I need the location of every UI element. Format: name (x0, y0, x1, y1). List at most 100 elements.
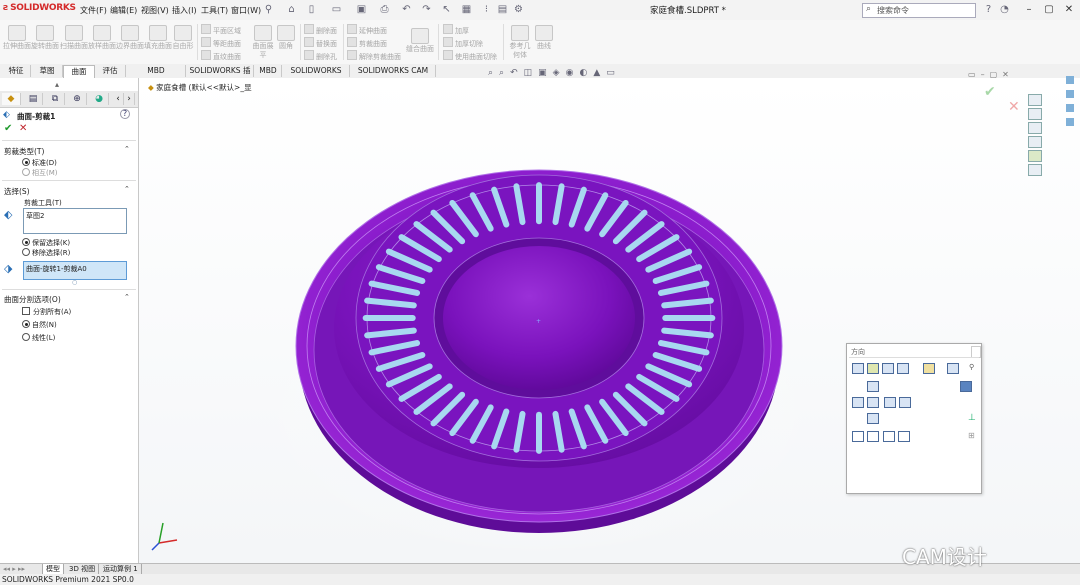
selection-header[interactable]: 选择(S) (4, 186, 30, 197)
collapse-caret-icon[interactable]: ⌃ (124, 185, 130, 193)
delete-hole-button[interactable]: 删除孔 (304, 50, 337, 62)
tab-cam-tbm[interactable]: SOLIDWORKS CAM TBM (351, 65, 436, 87)
search-input[interactable]: ⌕ 搜索命令 (862, 3, 976, 18)
isometric-view-icon[interactable] (960, 381, 972, 392)
settings-gear-icon[interactable] (1066, 118, 1074, 126)
extruded-surface-button[interactable]: 拉伸曲面 (3, 25, 31, 51)
view-selector-icon[interactable] (852, 363, 864, 374)
four-view-icon[interactable] (898, 431, 910, 442)
trim-type-header[interactable]: 剪裁类型(T) (4, 146, 44, 157)
open-icon[interactable]: ▭ (330, 3, 343, 16)
panel-handle-icon[interactable]: ▴ (55, 80, 59, 89)
tab-cam[interactable]: SOLIDWORKS CAM (283, 65, 350, 87)
two-view-horizontal-icon[interactable] (867, 431, 879, 442)
normal-to-icon[interactable] (923, 363, 935, 374)
configuration-manager-tab-icon[interactable]: ⧉ (46, 93, 65, 105)
help-icon[interactable]: ? (982, 3, 995, 16)
boundary-surface-button[interactable]: 边界曲面 (116, 25, 144, 51)
delete-face-button[interactable]: 删除面 (304, 24, 337, 36)
hide-show-icon[interactable]: ◉ (566, 68, 580, 78)
undo-icon[interactable]: ↶ (400, 3, 413, 16)
single-view-icon[interactable] (852, 431, 864, 442)
thicken-cut-button[interactable]: 加厚切除 (443, 37, 483, 49)
lofted-surface-button[interactable]: 放样曲面 (88, 25, 116, 51)
traffic-light-icon[interactable]: ⁝ (480, 3, 493, 16)
resize-handle-icon[interactable]: ○ (72, 279, 77, 286)
pin-icon[interactable]: ⚲ (969, 363, 979, 372)
file-properties-icon[interactable]: ▤ (496, 3, 509, 16)
view-cube-icon[interactable] (1066, 76, 1074, 84)
back-view-icon[interactable] (899, 397, 911, 408)
reference-geometry-button[interactable]: 参考几何体 (507, 25, 533, 60)
tab-nav-arrows-icon[interactable]: ◂◂ ▸ ▸▸ (0, 564, 43, 574)
maximize-button[interactable]: ▢ (1040, 2, 1058, 17)
resources-task-icon[interactable] (1028, 108, 1042, 120)
chart-icon[interactable] (1066, 104, 1074, 112)
cancel-x-icon[interactable]: ✕ (19, 123, 27, 134)
trim-type-standard-radio[interactable]: 标准(D) (22, 158, 57, 168)
new-view-icon[interactable] (867, 363, 879, 374)
tab-mbd-dimensions[interactable]: MBD Dimensions (127, 65, 186, 87)
reset-views-icon[interactable] (897, 363, 909, 374)
swept-surface-button[interactable]: 扫描曲面 (60, 25, 88, 51)
menu-view[interactable]: 视图(V) (141, 5, 169, 16)
offset-surface-button[interactable]: 等距曲面 (201, 37, 241, 49)
minimize-button[interactable]: – (1020, 2, 1038, 17)
knit-surface-button[interactable]: 缝合曲面 (405, 28, 435, 54)
redo-icon[interactable]: ↷ (420, 3, 433, 16)
tab-scroll-left-icon[interactable]: ‹ (113, 93, 124, 105)
right-view-icon[interactable] (884, 397, 896, 408)
menu-tools[interactable]: 工具(T) (201, 5, 228, 16)
cut-with-surface-button[interactable]: 使用曲面切除 (443, 50, 497, 62)
display-style-icon[interactable]: ◈ (553, 68, 566, 78)
tab-addins[interactable]: SOLIDWORKS 插件 (187, 65, 254, 87)
property-manager-tab-icon[interactable]: ▤ (24, 93, 43, 105)
thicken-button[interactable]: 加厚 (443, 24, 469, 36)
help-icon[interactable]: ? (120, 109, 130, 119)
trim-surface-button[interactable]: 剪裁曲面 (347, 37, 387, 49)
tab-motion-study[interactable]: 运动算例 1 (100, 564, 142, 574)
solidworks-logo[interactable]: ƨ SOLIDWORKS (3, 3, 76, 13)
view-orientation-icon[interactable]: ▣ (538, 68, 553, 78)
planar-surface-button[interactable]: 平面区域 (201, 24, 241, 36)
front-view-icon[interactable] (867, 397, 879, 408)
ruled-surface-button[interactable]: 直纹曲面 (201, 50, 241, 62)
view-settings-icon[interactable]: ▭ (606, 68, 621, 78)
scene-icon[interactable]: ▲ (593, 68, 606, 78)
dimxpert-tab-icon[interactable]: ⊕ (68, 93, 87, 105)
zoom-area-icon[interactable]: ⌕ (499, 68, 510, 78)
update-view-icon[interactable] (882, 363, 894, 374)
tab-3d-views[interactable]: 3D 视图 (66, 564, 100, 574)
collapse-caret-icon[interactable]: ⌃ (124, 145, 130, 153)
tab-model[interactable]: 模型 (43, 564, 64, 574)
feature-manager-tab-icon[interactable]: ◆ (2, 93, 21, 105)
tab-scroll-right-icon[interactable]: › (124, 93, 135, 105)
ok-check-icon[interactable]: ✔ (4, 123, 12, 134)
menu-edit[interactable]: 编辑(E) (110, 5, 137, 16)
previous-view-icon[interactable]: ↶ (510, 68, 524, 78)
surface-flatten-button[interactable]: 曲面展平 (250, 25, 276, 60)
print-icon[interactable]: ⎙ (378, 3, 391, 16)
appearances-icon[interactable] (1028, 150, 1042, 162)
home-icon[interactable]: ⌂ (285, 3, 298, 16)
user-icon[interactable]: ◔ (998, 3, 1011, 16)
menu-file[interactable]: 文件(F) (80, 5, 107, 16)
trim-type-mutual-radio[interactable]: 相互(M) (22, 168, 58, 178)
tab-evaluate[interactable]: 评估 (95, 65, 126, 77)
menu-insert[interactable]: 插入(I) (172, 5, 197, 16)
curves-button[interactable]: 曲线 (534, 25, 554, 51)
tab-features[interactable]: 特征 (2, 65, 31, 77)
natural-radio[interactable]: 自然(N) (22, 320, 57, 330)
dimetric-icon[interactable]: ⊥ (968, 413, 978, 423)
zoom-to-fit-icon[interactable]: ⌕ (488, 68, 499, 78)
home-task-icon[interactable] (1028, 94, 1042, 106)
extend-surface-button[interactable]: 延伸曲面 (347, 24, 387, 36)
new-document-icon[interactable]: ▯ (305, 3, 318, 16)
fillet-button[interactable]: 圆角 (276, 25, 296, 51)
options-gear-icon[interactable]: ⚙ (512, 3, 525, 16)
orientation-dialog[interactable]: 方向 ⚲ ⊥ ⊞ (846, 343, 982, 494)
revolved-surface-button[interactable]: 旋转曲面 (31, 25, 59, 51)
file-explorer-icon[interactable] (1028, 136, 1042, 148)
pieces-to-keep-field[interactable]: 曲面-旋转1-剪裁A0 (23, 261, 127, 280)
section-view-icon[interactable]: ◫ (524, 68, 539, 78)
